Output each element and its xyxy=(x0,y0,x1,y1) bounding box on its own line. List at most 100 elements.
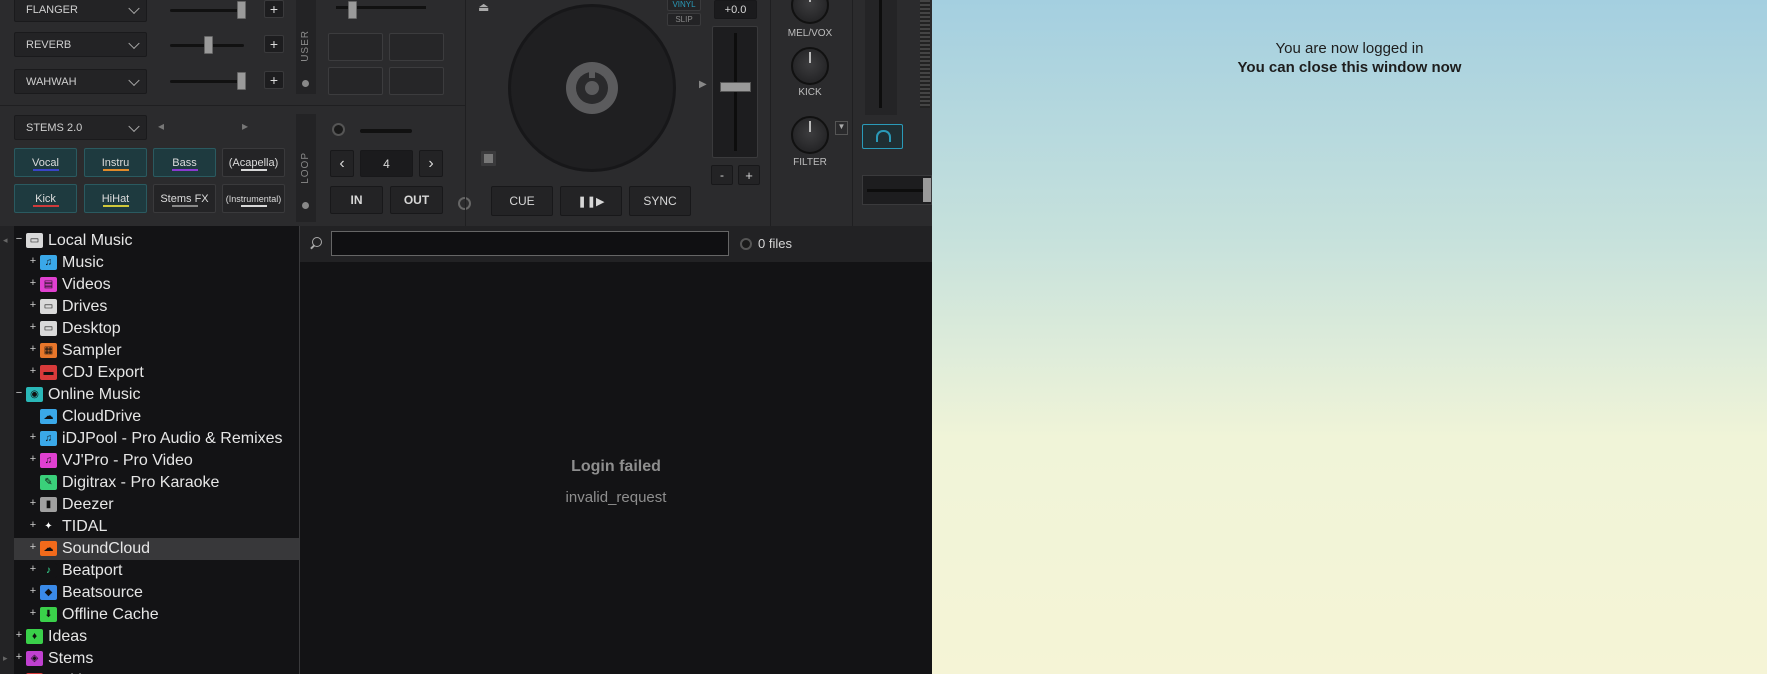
tree-item-offline-cache[interactable]: + ⬇ Offline Cache xyxy=(14,604,299,626)
pitch-fader[interactable] xyxy=(712,26,758,158)
expand-icon[interactable]: + xyxy=(28,585,38,597)
expand-icon[interactable]: + xyxy=(28,563,38,575)
tree-item-drives[interactable]: + ▭ Drives xyxy=(14,296,299,318)
pitch-fader-thumb[interactable] xyxy=(720,82,751,92)
expand-icon[interactable]: + xyxy=(28,453,38,465)
filter-knob[interactable] xyxy=(791,116,829,154)
loop-next-button[interactable]: › xyxy=(419,150,443,177)
tree-item-online-music[interactable]: − ◉ Online Music xyxy=(14,384,299,406)
tree-item-digitrax-pro-karaoke[interactable]: ✎ Digitrax - Pro Karaoke xyxy=(14,472,299,494)
search-options-icon[interactable] xyxy=(740,238,752,250)
stem-instru-button[interactable]: Instru xyxy=(84,148,147,177)
tree-item-beatsource[interactable]: + ◆ Beatsource xyxy=(14,582,299,604)
slider-thumb[interactable] xyxy=(237,1,246,19)
stem-fx-button[interactable]: Stems FX xyxy=(153,184,216,213)
search-input[interactable] xyxy=(331,231,729,256)
loop-side-tab[interactable]: LOOP xyxy=(296,114,316,222)
cue-button[interactable]: CUE xyxy=(491,186,553,216)
slip-button[interactable]: SLIP xyxy=(667,13,701,26)
stem-vocal-button[interactable]: Vocal xyxy=(14,148,77,177)
expand-icon[interactable]: + xyxy=(28,607,38,619)
tree-item-ideas[interactable]: + ♦ Ideas xyxy=(14,626,299,648)
collapse-icon[interactable]: − xyxy=(14,387,24,399)
crossfader[interactable] xyxy=(862,175,932,205)
fx-add-button[interactable]: + xyxy=(264,71,284,89)
tree-item-videos[interactable]: + ▤ Videos xyxy=(14,274,299,296)
tree-item-desktop[interactable]: + ▭ Desktop xyxy=(14,318,299,340)
tree-item-clouddrive[interactable]: ☁ CloudDrive xyxy=(14,406,299,428)
stem-acapella-button[interactable]: (Acapella) xyxy=(222,148,285,177)
loop-size-display[interactable]: 4 xyxy=(360,150,413,177)
tree-item-music[interactable]: + ♫ Music xyxy=(14,252,299,274)
fx-dropdown-wahwah[interactable]: WAHWAH xyxy=(14,69,147,94)
slider-thumb[interactable] xyxy=(237,72,246,90)
tree-item-local-music[interactable]: − ▭ Local Music xyxy=(14,230,299,252)
collapse-icon[interactable]: − xyxy=(14,233,24,245)
user-pad[interactable] xyxy=(389,33,444,61)
stems-prev-icon[interactable]: ◂ xyxy=(158,119,164,133)
collapse-arrow-icon[interactable]: ◂ xyxy=(3,235,8,246)
fx-dropdown-flanger[interactable]: FLANGER xyxy=(14,0,147,22)
tree-item-label: Videos xyxy=(62,276,111,293)
user-slider-thumb[interactable] xyxy=(348,1,357,19)
tree-item-tidal[interactable]: + ✦ TIDAL xyxy=(14,516,299,538)
filter-menu-icon[interactable]: ▼ xyxy=(835,121,848,135)
stop-icon[interactable] xyxy=(481,151,496,166)
tree-item-beatport[interactable]: + ♪ Beatport xyxy=(14,560,299,582)
loop-in-button[interactable]: IN xyxy=(330,186,383,214)
stems-next-icon[interactable]: ▸ xyxy=(242,119,248,133)
mic-icon: ✎ xyxy=(40,475,57,490)
expand-arrow-icon[interactable]: ▸ xyxy=(3,653,8,664)
expand-icon[interactable]: + xyxy=(28,299,38,311)
slider-thumb[interactable] xyxy=(204,36,213,54)
tree-item-idjpool-pro-audio-remixes[interactable]: + ♫ iDJPool - Pro Audio & Remixes xyxy=(14,428,299,450)
expand-icon[interactable]: + xyxy=(28,343,38,355)
tree-item-vj-pro-pro-video[interactable]: + ♫ VJ'Pro - Pro Video xyxy=(14,450,299,472)
expand-icon[interactable]: + xyxy=(14,651,24,663)
stem-instrumental-button[interactable]: (Instrumental) xyxy=(222,184,285,213)
expand-icon[interactable]: + xyxy=(14,629,24,641)
expand-icon[interactable]: + xyxy=(28,255,38,267)
sync-button[interactable]: SYNC xyxy=(629,186,691,216)
loop-out-button[interactable]: OUT xyxy=(390,186,443,214)
jog-wheel[interactable] xyxy=(508,4,676,172)
expand-icon[interactable]: + xyxy=(28,277,38,289)
expand-icon[interactable]: + xyxy=(28,497,38,509)
expand-icon[interactable]: + xyxy=(28,519,38,531)
grid-icon: ▦ xyxy=(40,343,57,358)
melvox-knob[interactable] xyxy=(791,0,829,24)
pitch-minus-button[interactable]: - xyxy=(711,165,733,185)
vinyl-button[interactable]: VINYL xyxy=(667,0,701,11)
tree-item-deezer[interactable]: + ▮ Deezer xyxy=(14,494,299,516)
tree-item-cdj-export[interactable]: + ▬ CDJ Export xyxy=(14,362,299,384)
tree-item-sampler[interactable]: + ▦ Sampler xyxy=(14,340,299,362)
user-side-tab[interactable]: USER xyxy=(296,0,316,94)
fx-add-button[interactable]: + xyxy=(264,35,284,53)
user-pad[interactable] xyxy=(328,33,383,61)
pitch-plus-button[interactable]: + xyxy=(738,165,760,185)
fx-add-button[interactable]: + xyxy=(264,0,284,18)
expand-icon[interactable]: + xyxy=(28,431,38,443)
loop-prev-button[interactable]: ‹ xyxy=(330,150,354,177)
kick-knob[interactable] xyxy=(791,47,829,85)
loop-radio-icon[interactable] xyxy=(332,123,345,136)
browser-side-strip[interactable]: ◂ ▸ xyxy=(0,226,14,674)
play-pause-button[interactable]: ❚❚▶ xyxy=(560,186,622,216)
headphones-cue-button[interactable] xyxy=(862,124,903,149)
fx-dropdown-reverb[interactable]: REVERB xyxy=(14,32,147,57)
stem-kick-button[interactable]: Kick xyxy=(14,184,77,213)
file-list[interactable]: Login failed invalid_request xyxy=(300,262,932,674)
expand-icon[interactable]: + xyxy=(28,321,38,333)
channel-fader[interactable] xyxy=(865,0,897,115)
stem-hihat-button[interactable]: HiHat xyxy=(84,184,147,213)
expand-icon[interactable]: + xyxy=(28,365,38,377)
stems-dropdown[interactable]: STEMS 2.0 xyxy=(14,115,147,140)
tree-item-soundcloud[interactable]: + ☁ SoundCloud xyxy=(14,538,299,560)
user-pad[interactable] xyxy=(328,67,383,95)
stem-bass-button[interactable]: Bass xyxy=(153,148,216,177)
tree-item-stems[interactable]: + ◈ Stems xyxy=(14,648,299,670)
eject-icon[interactable]: ⏏ xyxy=(478,0,489,14)
expand-icon[interactable]: + xyxy=(28,541,38,553)
tree-item-multi[interactable]: +▬Multi... xyxy=(14,670,299,674)
user-pad[interactable] xyxy=(389,67,444,95)
